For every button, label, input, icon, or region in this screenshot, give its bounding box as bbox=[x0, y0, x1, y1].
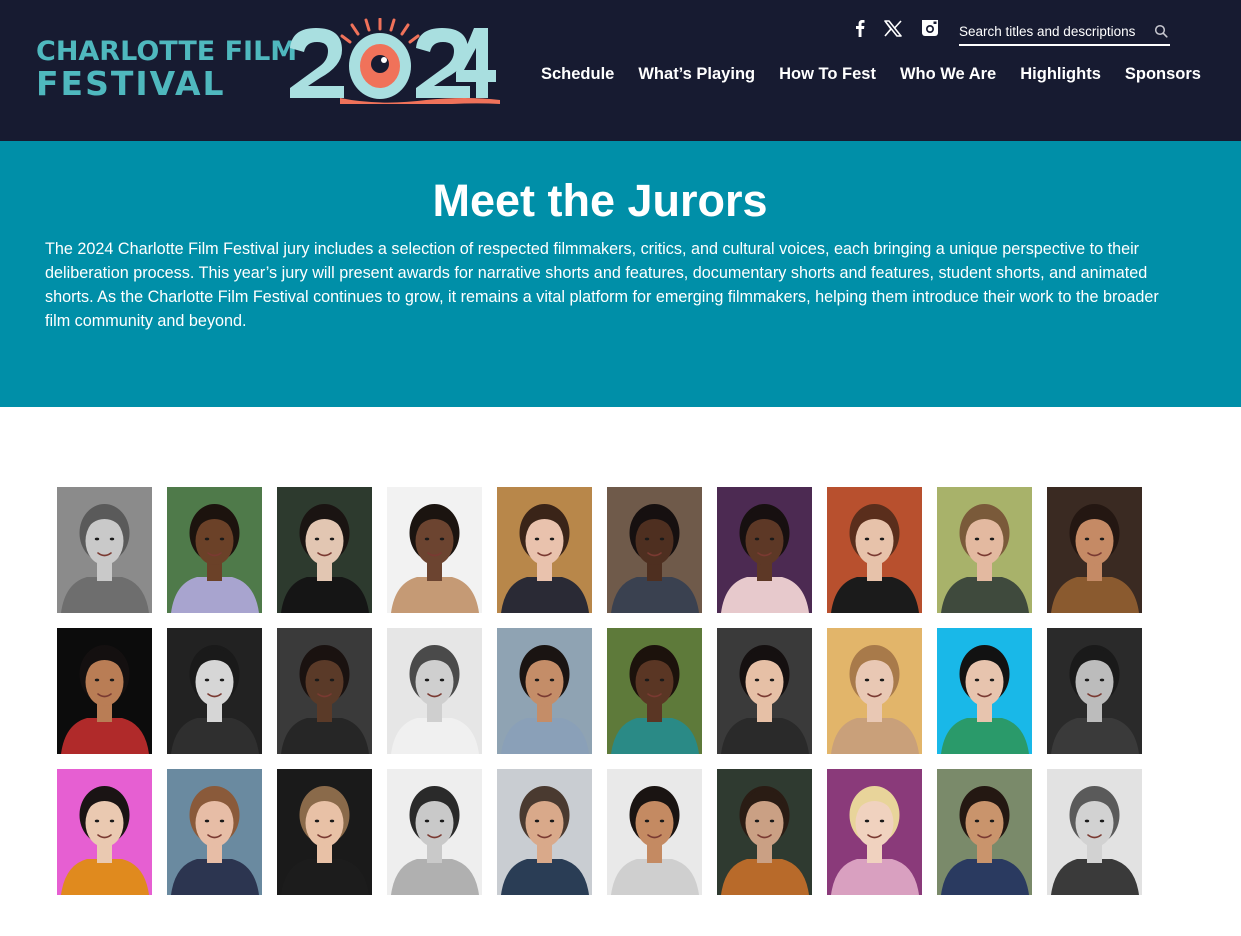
nav-who-we-are[interactable]: Who We Are bbox=[900, 64, 996, 84]
search-input[interactable] bbox=[959, 21, 1149, 41]
juror-photo[interactable] bbox=[277, 769, 372, 895]
juror-photo[interactable] bbox=[387, 769, 482, 895]
juror-portrait bbox=[167, 487, 262, 613]
juror-portrait bbox=[937, 769, 1032, 895]
x-icon bbox=[884, 19, 902, 37]
juror-portrait bbox=[607, 769, 702, 895]
logo-line-2: FESTIVAL bbox=[36, 64, 226, 103]
juror-portrait bbox=[937, 628, 1032, 754]
nav-sponsors[interactable]: Sponsors bbox=[1125, 64, 1201, 84]
facebook-link[interactable] bbox=[855, 16, 865, 40]
festival-logo[interactable]: CHARLOTTE FILM FESTIVAL 2024 bbox=[36, 18, 502, 104]
juror-photo[interactable] bbox=[607, 628, 702, 754]
juror-portrait bbox=[167, 628, 262, 754]
juror-portrait bbox=[827, 487, 922, 613]
juror-portrait bbox=[497, 769, 592, 895]
juror-photo[interactable] bbox=[827, 628, 922, 754]
juror-portrait bbox=[57, 487, 152, 613]
juror-photo[interactable] bbox=[937, 487, 1032, 613]
juror-portrait bbox=[277, 769, 372, 895]
juror-portrait bbox=[717, 628, 812, 754]
juror-portrait bbox=[717, 487, 812, 613]
main-nav: Schedule What’s Playing How To Fest Who … bbox=[541, 64, 1201, 84]
juror-photo[interactable] bbox=[167, 628, 262, 754]
nav-highlights[interactable]: Highlights bbox=[1020, 64, 1101, 84]
juror-portrait bbox=[57, 769, 152, 895]
juror-photo[interactable] bbox=[1047, 487, 1142, 613]
juror-portrait bbox=[1047, 769, 1142, 895]
juror-portrait bbox=[827, 628, 922, 754]
juror-portrait bbox=[607, 628, 702, 754]
logo-line-1: CHARLOTTE FILM bbox=[36, 36, 298, 67]
juror-portrait bbox=[717, 769, 812, 895]
juror-photo[interactable] bbox=[277, 487, 372, 613]
juror-portrait bbox=[387, 487, 482, 613]
juror-photo[interactable] bbox=[827, 487, 922, 613]
hero-description: The 2024 Charlotte Film Festival jury in… bbox=[45, 240, 1159, 330]
site-header: CHARLOTTE FILM FESTIVAL 2024 bbox=[0, 0, 1241, 141]
juror-portrait bbox=[1047, 487, 1142, 613]
juror-photo[interactable] bbox=[277, 628, 372, 754]
juror-photo[interactable] bbox=[937, 769, 1032, 895]
juror-photo[interactable] bbox=[167, 487, 262, 613]
juror-portrait bbox=[497, 487, 592, 613]
instagram-icon bbox=[922, 20, 938, 36]
juror-portrait bbox=[277, 487, 372, 613]
juror-portrait bbox=[167, 769, 262, 895]
juror-portrait bbox=[57, 628, 152, 754]
juror-photo[interactable] bbox=[167, 769, 262, 895]
page-title: Meet the Jurors bbox=[432, 175, 768, 226]
juror-photo[interactable] bbox=[497, 628, 592, 754]
logo-year-art: 2024 bbox=[290, 18, 500, 104]
juror-portrait bbox=[827, 769, 922, 895]
juror-photo[interactable] bbox=[387, 628, 482, 754]
jurors-hero: Meet the Jurors The 2024 Charlotte Film … bbox=[0, 141, 1241, 407]
juror-photo[interactable] bbox=[827, 769, 922, 895]
juror-photo[interactable] bbox=[1047, 628, 1142, 754]
juror-photo[interactable] bbox=[1047, 769, 1142, 895]
juror-photo[interactable] bbox=[497, 769, 592, 895]
juror-portrait bbox=[277, 628, 372, 754]
search-button[interactable] bbox=[1154, 24, 1168, 38]
juror-photo[interactable] bbox=[57, 487, 152, 613]
juror-photo[interactable] bbox=[717, 769, 812, 895]
juror-portrait bbox=[387, 628, 482, 754]
instagram-link[interactable] bbox=[921, 16, 939, 40]
jurors-grid bbox=[57, 487, 1143, 895]
juror-photo[interactable] bbox=[717, 487, 812, 613]
nav-how-to-fest[interactable]: How To Fest bbox=[779, 64, 876, 84]
facebook-icon bbox=[856, 20, 865, 37]
juror-photo[interactable] bbox=[937, 628, 1032, 754]
juror-photo[interactable] bbox=[607, 769, 702, 895]
juror-photo[interactable] bbox=[717, 628, 812, 754]
juror-photo[interactable] bbox=[387, 487, 482, 613]
x-link[interactable] bbox=[884, 16, 902, 40]
juror-photo[interactable] bbox=[57, 628, 152, 754]
search-box bbox=[959, 17, 1170, 46]
nav-whats-playing[interactable]: What’s Playing bbox=[638, 64, 755, 84]
juror-photo[interactable] bbox=[607, 487, 702, 613]
juror-portrait bbox=[497, 628, 592, 754]
search-icon bbox=[1154, 24, 1168, 38]
juror-portrait bbox=[1047, 628, 1142, 754]
juror-photo[interactable] bbox=[57, 769, 152, 895]
logo-year-graphic: 2024 bbox=[286, 18, 502, 104]
juror-portrait bbox=[607, 487, 702, 613]
juror-portrait bbox=[387, 769, 482, 895]
nav-schedule[interactable]: Schedule bbox=[541, 64, 614, 84]
juror-portrait bbox=[937, 487, 1032, 613]
logo-wordmark: CHARLOTTE FILM FESTIVAL bbox=[36, 36, 298, 103]
juror-photo[interactable] bbox=[497, 487, 592, 613]
